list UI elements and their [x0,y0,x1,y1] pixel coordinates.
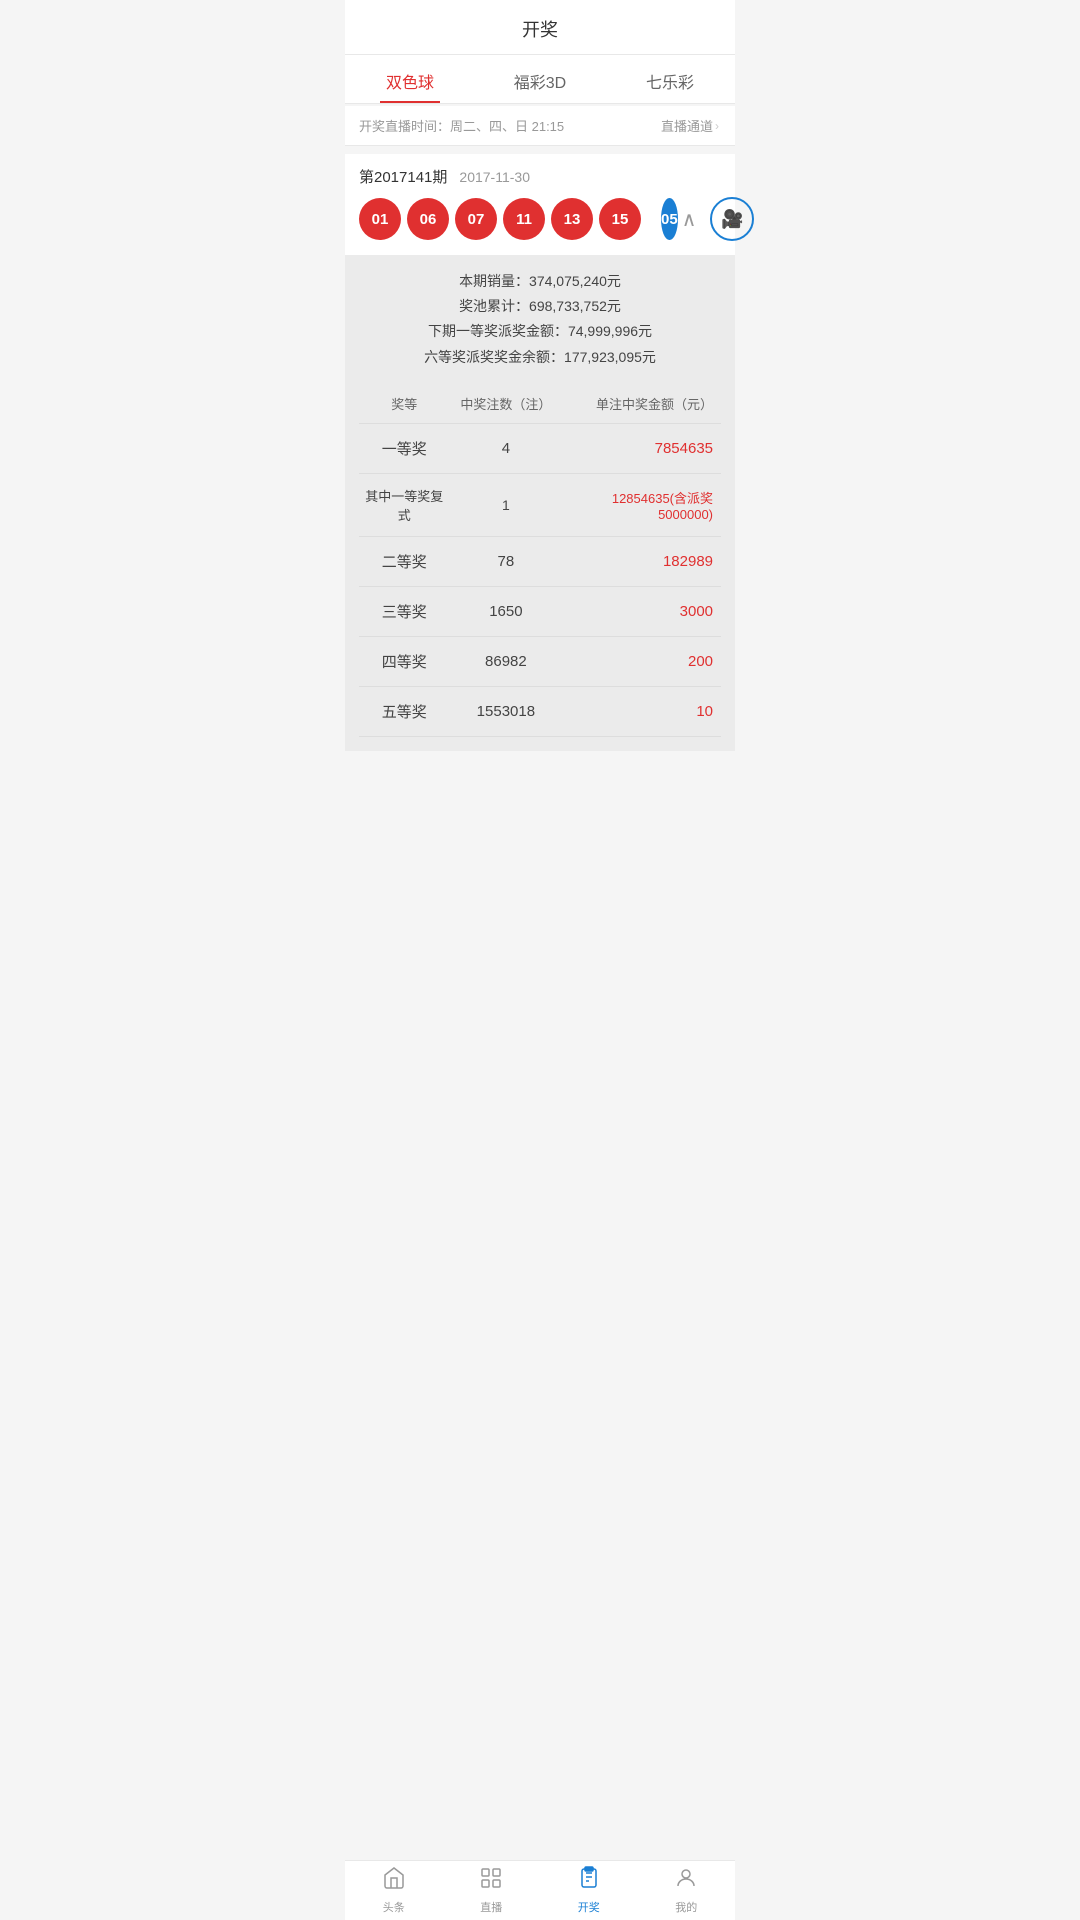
pool-stat: 奖池累计：698,733,752元 [359,294,721,319]
sixth-remain-stat: 六等奖派奖奖金余额：177,923,095元 [359,345,721,370]
chevron-right-icon: › [715,119,719,133]
live-bar: 开奖直播时间：周二、四、日 21:15 直播通道 › [345,106,735,146]
video-button[interactable]: 🎥 [710,197,754,241]
detail-panel: 本期销量：374,075,240元 奖池累计：698,733,752元 下期一等… [345,255,735,751]
blue-ball-1: 05 [661,198,678,240]
tab-fucai3d[interactable]: 福彩3D [475,55,605,103]
live-channel-button[interactable]: 直播通道 › [661,116,721,135]
col-header-count: 中奖注数（注） [449,394,562,413]
nav-item-headlines[interactable]: 头条 [345,1861,443,1920]
balls-row: 01 06 07 11 13 15 05 ∧ 🎥 [359,197,721,255]
red-ball-1: 01 [359,198,401,240]
red-ball-5: 13 [551,198,593,240]
home-icon [382,1866,406,1896]
level-first: 一等奖 [359,438,449,459]
collapse-button[interactable]: ∧ [678,203,701,236]
count-first-complex: 1 [449,497,562,513]
red-ball-2: 06 [407,198,449,240]
bottom-nav: 头条 直播 开奖 [345,1860,735,1920]
prize-row-second: 二等奖 78 182989 [359,537,721,587]
prize-table-header: 奖等 中奖注数（注） 单注中奖金额（元） [359,384,721,424]
amount-third: 3000 [562,603,721,620]
issue-date: 2017-11-30 [459,169,530,185]
col-header-amount: 单注中奖金额（元） [562,394,721,413]
count-second: 78 [449,553,562,570]
nav-item-live[interactable]: 直播 [443,1861,541,1920]
issue-section: 第2017141期 2017-11-30 01 06 07 11 13 15 [345,154,735,255]
col-header-level: 奖等 [359,394,449,413]
red-ball-4: 11 [503,198,545,240]
amount-first-complex: 12854635(含派奖5000000) [562,488,721,522]
next-first-stat: 下期一等奖派奖金额：74,999,996元 [359,319,721,344]
header: 开奖 [345,0,735,55]
count-third: 1650 [449,603,562,620]
level-fourth: 四等奖 [359,651,449,672]
clipboard-icon [577,1866,601,1896]
issue-row: 第2017141期 2017-11-30 [359,166,721,187]
tabs: 双色球 福彩3D 七乐彩 [345,55,735,104]
count-fourth: 86982 [449,653,562,670]
page-title: 开奖 [522,20,558,40]
prize-row-third: 三等奖 1650 3000 [359,587,721,637]
person-icon [674,1866,698,1896]
count-fifth: 1553018 [449,703,562,720]
level-first-complex: 其中一等奖复式 [359,486,449,524]
prize-row-fourth: 四等奖 86982 200 [359,637,721,687]
count-first: 4 [449,440,562,457]
nav-label-mine: 我的 [675,1899,697,1915]
controls: ∧ 🎥 [678,197,755,241]
nav-item-lottery[interactable]: 开奖 [540,1861,638,1920]
amount-fifth: 10 [562,703,721,720]
amount-fourth: 200 [562,653,721,670]
level-second: 二等奖 [359,551,449,572]
live-time-label: 开奖直播时间：周二、四、日 21:15 [359,116,564,135]
sales-stat: 本期销量：374,075,240元 [359,269,721,294]
level-fifth: 五等奖 [359,701,449,722]
level-third: 三等奖 [359,601,449,622]
detail-stats: 本期销量：374,075,240元 奖池累计：698,733,752元 下期一等… [359,269,721,370]
prize-row-first: 一等奖 4 7854635 [359,424,721,474]
red-balls: 01 06 07 11 13 15 [359,198,641,240]
tab-qilecai[interactable]: 七乐彩 [605,55,735,103]
tab-shuangseqiu[interactable]: 双色球 [345,55,475,103]
grid-icon [479,1866,503,1896]
prize-row-first-complex: 其中一等奖复式 1 12854635(含派奖5000000) [359,474,721,537]
issue-number: 第2017141期 [359,166,447,187]
red-ball-6: 15 [599,198,641,240]
prize-row-fifth: 五等奖 1553018 10 [359,687,721,737]
nav-label-lottery: 开奖 [578,1899,600,1915]
amount-first: 7854635 [562,440,721,457]
nav-item-mine[interactable]: 我的 [638,1861,736,1920]
video-camera-icon: 🎥 [721,209,743,230]
amount-second: 182989 [562,553,721,570]
red-ball-3: 07 [455,198,497,240]
nav-label-live: 直播 [480,1899,502,1915]
nav-label-headlines: 头条 [383,1899,405,1915]
